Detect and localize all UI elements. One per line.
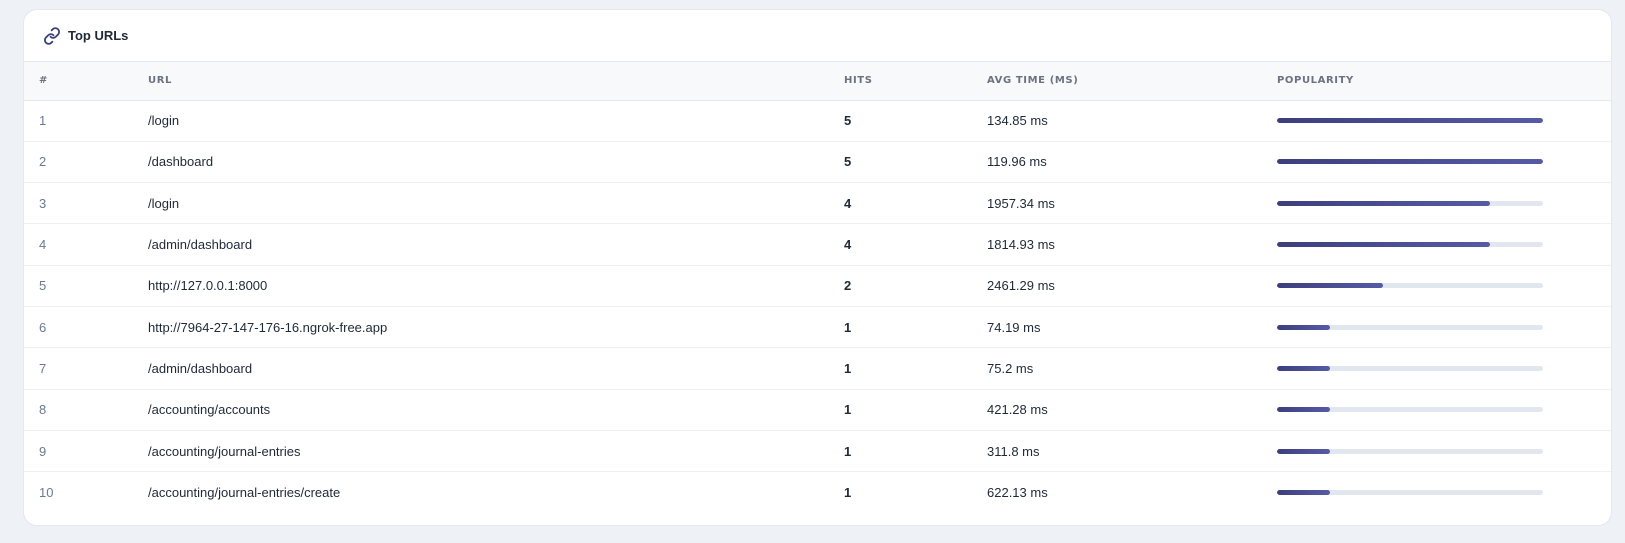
popularity-bar-track — [1277, 365, 1543, 371]
popularity-bar-fill — [1277, 242, 1490, 248]
row-url: /login — [148, 113, 180, 129]
row-avg-time: 1957.34 ms — [987, 182, 1277, 224]
row-rank: 5 — [24, 264, 148, 307]
popularity-bar-fill — [1277, 324, 1331, 330]
row-url: /admin/dashboard — [148, 223, 844, 266]
row-hits: 1 — [844, 305, 987, 348]
row-url: /admin/dashboard — [148, 347, 844, 390]
popularity-bar-track — [1277, 283, 1543, 289]
row-url: /accounting/journal-entries/create — [148, 471, 844, 513]
column-header-url[interactable]: URL — [148, 62, 844, 101]
popularity-bar-track — [1277, 200, 1543, 206]
row-rank: 6 — [24, 305, 148, 348]
row-hits: 5 — [844, 140, 987, 183]
row-hits: 5 — [844, 113, 852, 129]
row-popularity — [1277, 347, 1611, 390]
row-avg-time: 2461.29 ms — [987, 264, 1277, 307]
link-icon — [43, 26, 61, 45]
popularity-bar-fill — [1277, 200, 1490, 206]
row-url: /accounting/journal-entries — [148, 429, 844, 472]
row-popularity — [1277, 182, 1611, 224]
table-row[interactable]: 5 http://127.0.0.1:8000 2 2461.29 ms — [24, 264, 1611, 307]
popularity-bar-fill — [1277, 407, 1331, 413]
row-rank: 2 — [24, 140, 148, 183]
row-url: /login — [148, 182, 844, 224]
row-hits: 1 — [844, 388, 987, 431]
row-popularity — [1277, 429, 1611, 472]
row-popularity — [1277, 264, 1611, 307]
row-rank: 7 — [24, 347, 148, 390]
row-avg-time: 74.19 ms — [987, 305, 1277, 348]
popularity-bar-fill — [1277, 283, 1384, 289]
popularity-bar-track — [1277, 448, 1543, 454]
popularity-bar-track — [1277, 490, 1543, 496]
table-row[interactable]: 2 /dashboard 5 119.96 ms — [24, 140, 1611, 183]
row-avg-time: 134.85 ms — [987, 113, 1048, 129]
row-avg-time: 311.8 ms — [987, 429, 1277, 472]
row-popularity — [1277, 100, 1611, 141]
popularity-bar-track — [1277, 324, 1543, 330]
row-url: http://7964-27-147-176-16.ngrok-free.app — [148, 305, 844, 348]
row-rank: 4 — [24, 223, 148, 266]
row-avg-time: 119.96 ms — [987, 140, 1277, 183]
table-row[interactable]: 1 /login 5 134.85 ms — [24, 100, 1611, 141]
popularity-bar-fill — [1277, 490, 1331, 496]
column-header-hits[interactable]: HITS — [844, 62, 987, 101]
row-hits: 1 — [844, 347, 987, 390]
row-url: /accounting/accounts — [148, 388, 844, 431]
row-url: http://127.0.0.1:8000 — [148, 264, 844, 307]
table-row[interactable]: 9 /accounting/journal-entries 1 311.8 ms — [24, 429, 1611, 472]
table-row[interactable]: 3 /login 4 1957.34 ms — [24, 182, 1611, 224]
popularity-bar-track — [1277, 118, 1543, 124]
popularity-bar-fill — [1277, 448, 1331, 454]
row-hits: 1 — [844, 471, 987, 513]
row-rank: 3 — [24, 182, 148, 224]
row-popularity — [1277, 223, 1611, 266]
row-rank: 9 — [24, 429, 148, 472]
row-popularity — [1277, 140, 1611, 183]
row-rank: 8 — [24, 388, 148, 431]
popularity-bar-track — [1277, 242, 1543, 248]
row-popularity — [1277, 305, 1611, 348]
row-avg-time: 421.28 ms — [987, 388, 1277, 431]
card-title: Top URLs — [68, 28, 129, 43]
row-popularity — [1277, 388, 1611, 431]
row-avg-time: 1814.93 ms — [987, 223, 1277, 266]
table-row[interactable]: 7 /admin/dashboard 1 75.2 ms — [24, 347, 1611, 390]
top-urls-table: # URL HITS AVG TIME (MS) POPULARITY 1 /l… — [24, 62, 1611, 513]
row-hits: 4 — [844, 223, 987, 266]
row-rank: 10 — [24, 471, 148, 513]
card-header: Top URLs — [24, 10, 1611, 62]
table-row[interactable]: 10 /accounting/journal-entries/create 1 … — [24, 471, 1611, 513]
row-url: /dashboard — [148, 140, 844, 183]
row-popularity — [1277, 471, 1611, 513]
row-avg-time: 622.13 ms — [987, 471, 1277, 513]
row-hits: 1 — [844, 429, 987, 472]
popularity-bar-fill — [1277, 118, 1543, 124]
column-header-avg-time[interactable]: AVG TIME (MS) — [987, 62, 1277, 101]
table-body: 1 /login 5 134.85 ms 2 /dashboard 5 119.… — [24, 100, 1611, 513]
popularity-bar-track — [1277, 159, 1543, 165]
table-row[interactable]: 4 /admin/dashboard 4 1814.93 ms — [24, 223, 1611, 266]
row-hits: 4 — [844, 182, 987, 224]
row-hits: 2 — [844, 264, 987, 307]
popularity-bar-fill — [1277, 365, 1331, 371]
column-header-popularity[interactable]: POPULARITY — [1277, 62, 1611, 101]
popularity-bar-track — [1277, 407, 1543, 413]
table-header-row: # URL HITS AVG TIME (MS) POPULARITY — [24, 62, 1611, 101]
column-header-rank[interactable]: # — [24, 62, 148, 101]
table-row[interactable]: 8 /accounting/accounts 1 421.28 ms — [24, 388, 1611, 431]
table-row[interactable]: 6 http://7964-27-147-176-16.ngrok-free.a… — [24, 305, 1611, 348]
row-rank: 1 — [39, 113, 47, 129]
row-avg-time: 75.2 ms — [987, 347, 1277, 390]
top-urls-card: Top URLs # URL HITS AVG TIME (MS) POPULA… — [23, 9, 1612, 526]
popularity-bar-fill — [1277, 159, 1543, 165]
